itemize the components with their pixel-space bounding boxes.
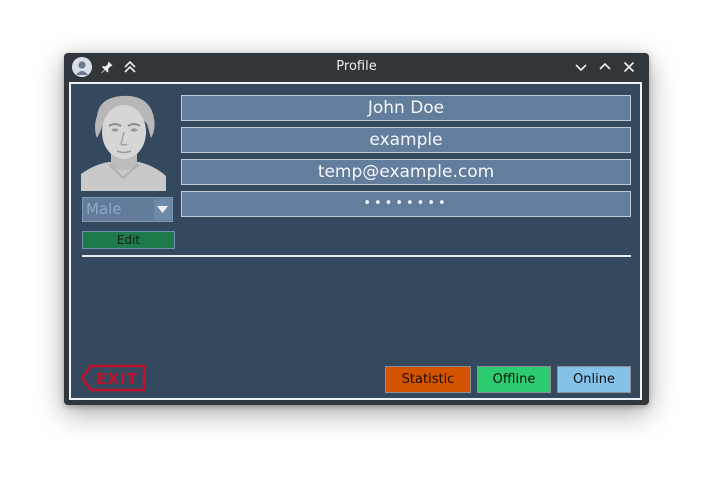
offline-button[interactable]: Offline: [477, 366, 551, 393]
title-bar[interactable]: Profile: [64, 53, 649, 81]
exit-button[interactable]: EXIT: [80, 364, 147, 392]
close-icon[interactable]: [620, 58, 638, 76]
minimize-icon[interactable]: [572, 58, 590, 76]
username-field[interactable]: example: [181, 127, 631, 153]
edit-button[interactable]: Edit: [82, 231, 175, 249]
gender-select[interactable]: Male: [82, 197, 173, 222]
profile-panel: Male Edit John Doe example temp@example.…: [69, 82, 642, 400]
name-field[interactable]: John Doe: [181, 95, 631, 121]
window-title: Profile: [336, 59, 377, 74]
password-field[interactable]: ••••••••: [181, 191, 631, 217]
gender-value: Male: [84, 199, 154, 220]
profile-window: Profile Male Edit John Doe example temp@…: [64, 53, 649, 405]
maximize-icon[interactable]: [596, 58, 614, 76]
exit-label: EXIT: [96, 370, 138, 388]
online-button[interactable]: Online: [557, 366, 631, 393]
email-field[interactable]: temp@example.com: [181, 159, 631, 185]
section-divider: [82, 255, 631, 257]
chevron-down-icon[interactable]: [154, 199, 171, 220]
profile-photo: [81, 94, 166, 191]
statistic-button[interactable]: Statistic: [385, 366, 471, 393]
